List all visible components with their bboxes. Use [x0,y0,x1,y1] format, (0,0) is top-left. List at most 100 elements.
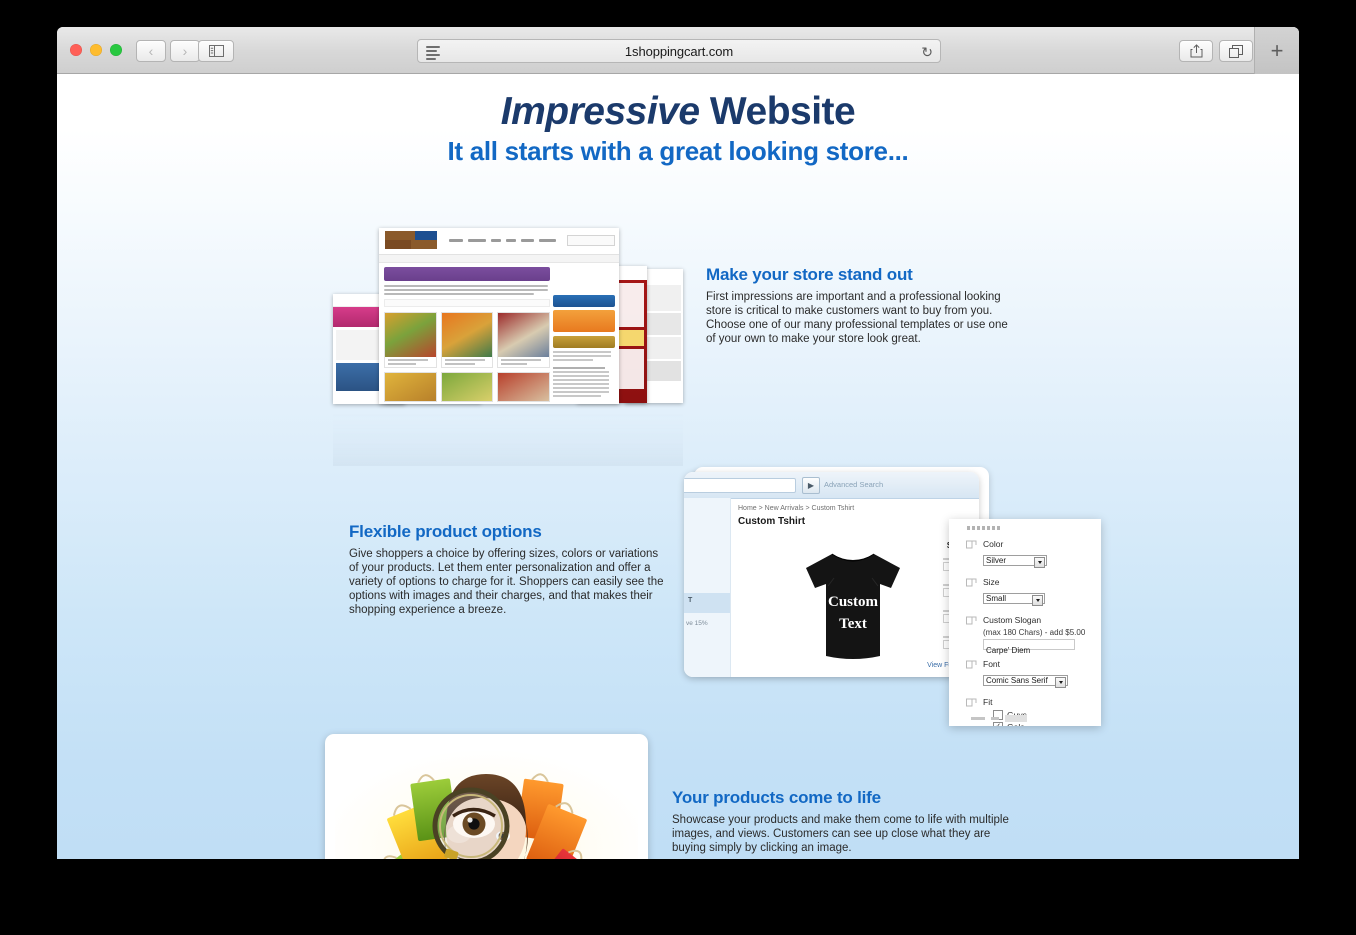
option-sublabel: (max 180 Chars) - add $5.00 [983,628,1086,637]
sidebar-note: ve 15% [686,620,708,627]
custom-slogan-input[interactable]: Carpe' Diem [983,639,1075,655]
feature-2-body: Give shoppers a choice by offering sizes… [349,548,664,616]
sidebar-toggle-button[interactable] [198,40,234,62]
minimize-button[interactable] [90,44,102,56]
mockup-nav [449,239,556,242]
products-photo-card [325,734,648,859]
option-label: Font [983,659,1001,669]
forward-button[interactable]: › [170,40,200,62]
mockup-promo-free [553,310,615,332]
mockup-header [379,228,619,255]
chevron-down-icon[interactable] [1034,557,1045,568]
mockup-sidebar [553,295,615,399]
feature-3-body: Showcase your products and make them com… [672,814,1009,854]
color-select[interactable]: Silver [983,555,1047,568]
navigation-buttons: ‹ › [136,40,200,62]
close-button[interactable] [70,44,82,56]
mockup-product-card[interactable] [497,372,550,402]
mockup-promo-shipping [553,295,615,307]
share-button[interactable] [1179,40,1213,62]
option-label: Color [983,539,1004,549]
size-select-value: Small [986,594,1007,603]
mockup-product-card[interactable] [384,312,437,368]
screenshot-root: ‹ › 1shoppingcart.com ↻ + Impressive Web… [0,0,1356,935]
mockup-search-field[interactable] [567,235,615,246]
show-all-tabs-button[interactable] [1219,40,1253,62]
size-select[interactable]: Small [983,593,1045,606]
checkbox-gals-box[interactable] [993,722,1003,726]
mockup-product-card[interactable] [384,372,437,402]
advanced-search-link[interactable]: Advanced Search [824,480,883,489]
option-tag-icon [966,616,977,625]
chevron-left-icon: ‹ [148,43,154,59]
shopper-magnifier-photo [335,744,638,859]
product-options-illustration: ▶ Advanced Search T ve 15% Home > New Ar… [684,467,1101,726]
tabs-icon [1229,44,1243,58]
mock-search-go-button[interactable]: ▶ [802,477,820,494]
browser-toolbar: ‹ › 1shoppingcart.com ↻ + [57,27,1299,74]
feature-2: Flexible product options Give shoppers a… [349,522,669,617]
page-subtitle: It all starts with a great looking store… [447,136,909,166]
mockup-body [379,263,619,404]
mockup-logo [385,231,437,250]
mock-product-page: Home > New Arrivals > Custom Tshirt Cust… [730,498,979,677]
reload-icon[interactable]: ↻ [921,44,933,60]
product-options-panel: Color Silver Size Small Custom Slogan (m… [949,519,1101,726]
custom-slogan-value: Carpe' Diem [986,646,1031,655]
mock-browser-window: ▶ Advanced Search T ve 15% Home > New Ar… [684,472,979,677]
checkbox-gals-label: Gals [1007,722,1024,726]
mockup-promo-save [553,336,615,348]
option-row-size: Size Small [949,577,1101,606]
webpage-content: Impressive Website It all starts with a … [57,74,1299,859]
option-tag-icon [966,540,977,549]
feature-1: Make your store stand out First impressi… [706,265,1016,346]
feature-1-body: First impressions are important and a pr… [706,291,1008,345]
address-bar[interactable]: 1shoppingcart.com ↻ [417,39,941,63]
photo-illustration [335,744,638,859]
option-tag-icon [966,660,977,669]
back-button[interactable]: ‹ [136,40,166,62]
new-tab-button[interactable]: + [1254,27,1299,74]
mockup-description [384,285,550,295]
option-label: Custom Slogan [983,615,1042,625]
window-controls [70,44,122,56]
address-bar-wrapper: 1shoppingcart.com ↻ [417,39,941,63]
toolbar-right-buttons [1179,40,1253,62]
option-row-color: Color Silver [949,539,1101,568]
mockup-sidebar-text [553,351,615,361]
store-templates-illustration [325,226,685,466]
mockup-product-card[interactable] [440,372,494,402]
page-title: Impressive Website [57,90,1299,134]
sidebar-highlight-label: T [688,597,693,604]
page-title-rest: Website [699,90,856,133]
fit-checkbox-gals[interactable]: Gals [983,722,1101,726]
option-tag-icon [966,698,977,707]
mock-browser-searchbar: ▶ Advanced Search [684,472,979,499]
mockup-product-card[interactable] [440,312,494,368]
mockup-product-card[interactable] [497,312,550,368]
reader-view-icon[interactable] [426,46,440,62]
panel-blurred-heading [967,526,1001,530]
feature-3-title: Your products come to life [672,788,881,807]
feature-2-title: Flexible product options [349,522,542,541]
mockup-testimonial [553,367,615,397]
chevron-down-icon[interactable] [1055,677,1066,688]
chevron-right-icon: › [182,43,188,59]
maximize-button[interactable] [110,44,122,56]
shirt-text-line-2: Text [839,616,867,632]
option-row-font: Font Comic Sans Serif [949,659,1101,688]
panel-footer-stub [971,715,1027,722]
option-row-custom-slogan: Custom Slogan (max 180 Chars) - add $5.0… [949,615,1101,655]
mock-breadcrumb: Home > New Arrivals > Custom Tshirt [738,505,855,512]
template-thumbnail-main [379,228,619,404]
feature-3: Your products come to life Showcase your… [672,788,1012,855]
option-tag-icon [966,578,977,587]
mock-search-input[interactable] [684,478,796,493]
chevron-down-icon[interactable] [1032,595,1043,606]
page-title-emphasis: Impressive [500,90,700,133]
tshirt-image: Custom Text [806,553,900,659]
mockup-breadcrumb-bar [379,255,619,263]
font-select[interactable]: Comic Sans Serif [983,675,1068,688]
feature-1-title: Make your store stand out [706,265,913,284]
mockup-category-banner [384,267,550,281]
